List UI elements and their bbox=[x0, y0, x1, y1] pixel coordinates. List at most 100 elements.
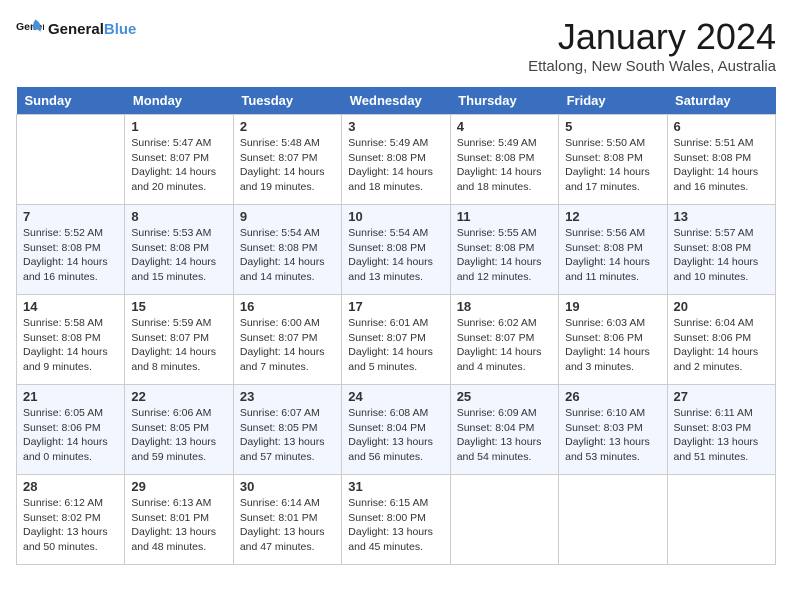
day-number: 18 bbox=[457, 299, 552, 314]
calendar-cell: 19 Sunrise: 6:03 AM Sunset: 8:06 PM Dayli… bbox=[559, 295, 667, 385]
page-header: General GeneralBlue January 2024 Ettalon… bbox=[16, 16, 776, 75]
calendar-cell bbox=[450, 475, 558, 565]
day-info: Sunrise: 5:57 AM Sunset: 8:08 PM Dayligh… bbox=[674, 226, 769, 285]
calendar-cell: 31 Sunrise: 6:15 AM Sunset: 8:00 PM Dayli… bbox=[342, 475, 450, 565]
calendar-cell bbox=[559, 475, 667, 565]
calendar-cell: 8 Sunrise: 5:53 AM Sunset: 8:08 PM Daylig… bbox=[125, 205, 233, 295]
day-info: Sunrise: 5:53 AM Sunset: 8:08 PM Dayligh… bbox=[131, 226, 226, 285]
logo-blue: Blue bbox=[104, 21, 137, 38]
column-header-wednesday: Wednesday bbox=[342, 87, 450, 115]
day-info: Sunrise: 6:07 AM Sunset: 8:05 PM Dayligh… bbox=[240, 406, 335, 465]
calendar-week-row: 1Sunrise: 5:47 AM Sunset: 8:07 PM Daylig… bbox=[17, 115, 776, 205]
calendar-cell: 12 Sunrise: 5:56 AM Sunset: 8:08 PM Dayli… bbox=[559, 205, 667, 295]
day-number: 21 bbox=[23, 389, 118, 404]
day-number: 31 bbox=[348, 479, 443, 494]
column-header-sunday: Sunday bbox=[17, 87, 125, 115]
calendar-week-row: 7 Sunrise: 5:52 AM Sunset: 8:08 PM Daylig… bbox=[17, 205, 776, 295]
day-info: Sunrise: 5:55 AM Sunset: 8:08 PM Dayligh… bbox=[457, 226, 552, 285]
calendar-cell: 7 Sunrise: 5:52 AM Sunset: 8:08 PM Daylig… bbox=[17, 205, 125, 295]
logo: General GeneralBlue bbox=[16, 16, 136, 44]
day-info: Sunrise: 5:56 AM Sunset: 8:08 PM Dayligh… bbox=[565, 226, 660, 285]
day-number: 5 bbox=[565, 119, 660, 134]
day-info: Sunrise: 5:49 AM Sunset: 8:08 PM Dayligh… bbox=[457, 136, 552, 195]
calendar-cell: 29Sunrise: 6:13 AM Sunset: 8:01 PM Dayli… bbox=[125, 475, 233, 565]
calendar-week-row: 14Sunrise: 5:58 AM Sunset: 8:08 PM Dayli… bbox=[17, 295, 776, 385]
day-number: 29 bbox=[131, 479, 226, 494]
day-number: 1 bbox=[131, 119, 226, 134]
day-info: Sunrise: 6:06 AM Sunset: 8:05 PM Dayligh… bbox=[131, 406, 226, 465]
logo-general: General bbox=[48, 21, 104, 38]
day-number: 26 bbox=[565, 389, 660, 404]
day-number: 24 bbox=[348, 389, 443, 404]
day-info: Sunrise: 5:54 AM Sunset: 8:08 PM Dayligh… bbox=[348, 226, 443, 285]
calendar-cell: 17 Sunrise: 6:01 AM Sunset: 8:07 PM Dayli… bbox=[342, 295, 450, 385]
calendar-cell: 11 Sunrise: 5:55 AM Sunset: 8:08 PM Dayli… bbox=[450, 205, 558, 295]
day-info: Sunrise: 6:14 AM Sunset: 8:01 PM Dayligh… bbox=[240, 496, 335, 555]
day-number: 2 bbox=[240, 119, 335, 134]
day-info: Sunrise: 6:09 AM Sunset: 8:04 PM Dayligh… bbox=[457, 406, 552, 465]
calendar-cell: 6 Sunrise: 5:51 AM Sunset: 8:08 PM Daylig… bbox=[667, 115, 775, 205]
calendar-cell: 25Sunrise: 6:09 AM Sunset: 8:04 PM Dayli… bbox=[450, 385, 558, 475]
calendar-cell: 28Sunrise: 6:12 AM Sunset: 8:02 PM Dayli… bbox=[17, 475, 125, 565]
column-header-saturday: Saturday bbox=[667, 87, 775, 115]
day-number: 17 bbox=[348, 299, 443, 314]
calendar-cell: 15Sunrise: 5:59 AM Sunset: 8:07 PM Dayli… bbox=[125, 295, 233, 385]
day-number: 9 bbox=[240, 209, 335, 224]
day-info: Sunrise: 6:10 AM Sunset: 8:03 PM Dayligh… bbox=[565, 406, 660, 465]
day-info: Sunrise: 6:01 AM Sunset: 8:07 PM Dayligh… bbox=[348, 316, 443, 375]
calendar-cell: 13Sunrise: 5:57 AM Sunset: 8:08 PM Dayli… bbox=[667, 205, 775, 295]
calendar-cell: 16 Sunrise: 6:00 AM Sunset: 8:07 PM Dayli… bbox=[233, 295, 341, 385]
calendar-week-row: 21 Sunrise: 6:05 AM Sunset: 8:06 PM Dayli… bbox=[17, 385, 776, 475]
calendar-cell: 5 Sunrise: 5:50 AM Sunset: 8:08 PM Daylig… bbox=[559, 115, 667, 205]
calendar-cell: 23 Sunrise: 6:07 AM Sunset: 8:05 PM Dayli… bbox=[233, 385, 341, 475]
column-header-monday: Monday bbox=[125, 87, 233, 115]
calendar-cell: 21 Sunrise: 6:05 AM Sunset: 8:06 PM Dayli… bbox=[17, 385, 125, 475]
day-number: 19 bbox=[565, 299, 660, 314]
day-info: Sunrise: 5:49 AM Sunset: 8:08 PM Dayligh… bbox=[348, 136, 443, 195]
day-number: 23 bbox=[240, 389, 335, 404]
calendar-cell: 1Sunrise: 5:47 AM Sunset: 8:07 PM Daylig… bbox=[125, 115, 233, 205]
day-info: Sunrise: 5:54 AM Sunset: 8:08 PM Dayligh… bbox=[240, 226, 335, 285]
title-block: January 2024 Ettalong, New South Wales, … bbox=[528, 16, 776, 75]
calendar-cell: 2 Sunrise: 5:48 AM Sunset: 8:07 PM Daylig… bbox=[233, 115, 341, 205]
day-info: Sunrise: 5:51 AM Sunset: 8:08 PM Dayligh… bbox=[674, 136, 769, 195]
calendar-cell: 18 Sunrise: 6:02 AM Sunset: 8:07 PM Dayli… bbox=[450, 295, 558, 385]
column-header-friday: Friday bbox=[559, 87, 667, 115]
day-info: Sunrise: 6:15 AM Sunset: 8:00 PM Dayligh… bbox=[348, 496, 443, 555]
day-number: 11 bbox=[457, 209, 552, 224]
day-info: Sunrise: 5:48 AM Sunset: 8:07 PM Dayligh… bbox=[240, 136, 335, 195]
day-number: 12 bbox=[565, 209, 660, 224]
logo-icon: General bbox=[16, 16, 44, 44]
day-number: 3 bbox=[348, 119, 443, 134]
month-title: January 2024 bbox=[528, 16, 776, 58]
calendar-week-row: 28Sunrise: 6:12 AM Sunset: 8:02 PM Dayli… bbox=[17, 475, 776, 565]
calendar-cell: 26 Sunrise: 6:10 AM Sunset: 8:03 PM Dayli… bbox=[559, 385, 667, 475]
day-number: 16 bbox=[240, 299, 335, 314]
day-info: Sunrise: 6:02 AM Sunset: 8:07 PM Dayligh… bbox=[457, 316, 552, 375]
day-info: Sunrise: 6:04 AM Sunset: 8:06 PM Dayligh… bbox=[674, 316, 769, 375]
day-number: 7 bbox=[23, 209, 118, 224]
day-info: Sunrise: 5:59 AM Sunset: 8:07 PM Dayligh… bbox=[131, 316, 226, 375]
day-info: Sunrise: 6:00 AM Sunset: 8:07 PM Dayligh… bbox=[240, 316, 335, 375]
day-info: Sunrise: 6:05 AM Sunset: 8:06 PM Dayligh… bbox=[23, 406, 118, 465]
day-number: 27 bbox=[674, 389, 769, 404]
day-number: 10 bbox=[348, 209, 443, 224]
calendar-cell: 10 Sunrise: 5:54 AM Sunset: 8:08 PM Dayli… bbox=[342, 205, 450, 295]
day-info: Sunrise: 6:03 AM Sunset: 8:06 PM Dayligh… bbox=[565, 316, 660, 375]
location-subtitle: Ettalong, New South Wales, Australia bbox=[528, 58, 776, 75]
day-info: Sunrise: 6:08 AM Sunset: 8:04 PM Dayligh… bbox=[348, 406, 443, 465]
day-number: 4 bbox=[457, 119, 552, 134]
column-header-thursday: Thursday bbox=[450, 87, 558, 115]
day-info: Sunrise: 5:50 AM Sunset: 8:08 PM Dayligh… bbox=[565, 136, 660, 195]
day-number: 30 bbox=[240, 479, 335, 494]
calendar-table: SundayMondayTuesdayWednesdayThursdayFrid… bbox=[16, 87, 776, 565]
day-number: 22 bbox=[131, 389, 226, 404]
column-header-tuesday: Tuesday bbox=[233, 87, 341, 115]
calendar-cell: 22 Sunrise: 6:06 AM Sunset: 8:05 PM Dayli… bbox=[125, 385, 233, 475]
day-number: 8 bbox=[131, 209, 226, 224]
day-info: Sunrise: 5:52 AM Sunset: 8:08 PM Dayligh… bbox=[23, 226, 118, 285]
day-number: 28 bbox=[23, 479, 118, 494]
day-info: Sunrise: 5:58 AM Sunset: 8:08 PM Dayligh… bbox=[23, 316, 118, 375]
calendar-cell: 14Sunrise: 5:58 AM Sunset: 8:08 PM Dayli… bbox=[17, 295, 125, 385]
day-number: 6 bbox=[674, 119, 769, 134]
